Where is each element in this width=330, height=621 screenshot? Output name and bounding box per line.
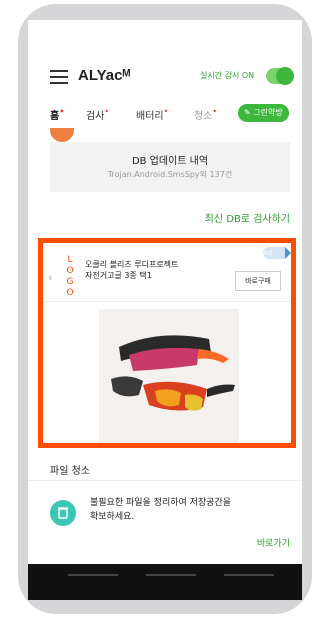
section-divider bbox=[28, 480, 302, 481]
toggle-knob bbox=[276, 67, 294, 85]
new-dot-icon: • bbox=[59, 107, 65, 116]
tab-home[interactable]: 홈• bbox=[50, 107, 64, 122]
tab-battery[interactable]: 배터리• bbox=[136, 107, 168, 122]
new-dot-icon: • bbox=[163, 107, 169, 116]
nav-segment bbox=[68, 574, 118, 576]
file-clean-line-2: 확보하세요. bbox=[90, 512, 135, 522]
tab-scan-label: 검사 bbox=[86, 111, 105, 122]
tab-home-label: 홈 bbox=[50, 111, 60, 122]
ad-logo-text: LOGO bbox=[66, 255, 74, 298]
tab-clean-label: 청소 bbox=[194, 111, 213, 122]
ad-divider bbox=[43, 301, 291, 302]
tab-clean[interactable]: 청소• bbox=[194, 107, 217, 122]
ad-bullet: ı bbox=[49, 273, 52, 282]
ad-copy: 오클리 블리츠 루디프로젝트 자전거고글 3종 택1 bbox=[85, 259, 178, 281]
ad-line-2: 자전거고글 3종 택1 bbox=[85, 271, 152, 280]
app-screen: ALYacᴹ 실시간 감시 ON 홈• 검사• 배터리• 청소• ✎ 그린약방 … bbox=[28, 20, 302, 600]
ad-logo: LOGO bbox=[65, 255, 75, 299]
app-header: ALYacᴹ 실시간 감시 ON bbox=[28, 58, 302, 98]
go-clean-link[interactable]: 바로가기 bbox=[257, 536, 290, 549]
nav-segment bbox=[146, 574, 196, 576]
file-clean-line-1: 불필요한 파일을 정리하여 저장공간을 bbox=[90, 498, 232, 508]
file-clean-description: 불필요한 파일을 정리하여 저장공간을 확보하세요. bbox=[90, 496, 231, 524]
ad-choices-triangle bbox=[285, 247, 291, 259]
ad-badge-label: Ad bbox=[263, 249, 273, 257]
system-nav-bar bbox=[28, 564, 302, 600]
green-pharmacy-label: 그린약방 bbox=[253, 108, 283, 117]
db-update-card[interactable]: DB 업데이트 내역 Trojan.Android.SmsSpy외 137건 bbox=[50, 142, 290, 192]
main-tabs: 홈• 검사• 배터리• 청소• ✎ 그린약방 bbox=[28, 100, 302, 128]
new-dot-icon: • bbox=[212, 107, 218, 116]
status-icon bbox=[50, 128, 74, 142]
ad-choices-icon[interactable]: Ad bbox=[263, 247, 291, 259]
green-pharmacy-button[interactable]: ✎ 그린약방 bbox=[238, 104, 289, 122]
tab-battery-label: 배터리 bbox=[136, 111, 164, 122]
trash-glyph bbox=[58, 507, 68, 519]
sunglasses-product-image[interactable] bbox=[99, 309, 239, 443]
sunglasses-illustration bbox=[111, 335, 235, 411]
app-title: ALYacᴹ bbox=[78, 67, 131, 84]
db-update-subtitle: Trojan.Android.SmsSpy외 137건 bbox=[107, 170, 233, 179]
ad-line-1: 오클리 블리츠 루디프로젝트 bbox=[85, 260, 179, 269]
scan-latest-db-link[interactable]: 최신 DB로 검사하기 bbox=[205, 210, 290, 225]
trash-icon bbox=[50, 500, 76, 526]
ad-banner[interactable]: LOGO ı 오클리 블리츠 루디프로젝트 자전거고글 3종 택1 Ad 바로구… bbox=[38, 238, 296, 448]
new-dot-icon: • bbox=[104, 107, 110, 116]
tab-scan[interactable]: 검사• bbox=[86, 107, 109, 122]
realtime-protection-toggle[interactable] bbox=[266, 67, 294, 85]
hamburger-menu-icon[interactable] bbox=[50, 70, 68, 84]
file-clean-section-title: 파일 청소 bbox=[50, 466, 90, 477]
db-update-title: DB 업데이트 내역 bbox=[131, 156, 209, 167]
realtime-protection-label: 실시간 감시 ON bbox=[200, 71, 255, 80]
buy-now-button[interactable]: 바로구매 bbox=[235, 271, 281, 291]
nav-segment bbox=[224, 574, 274, 576]
